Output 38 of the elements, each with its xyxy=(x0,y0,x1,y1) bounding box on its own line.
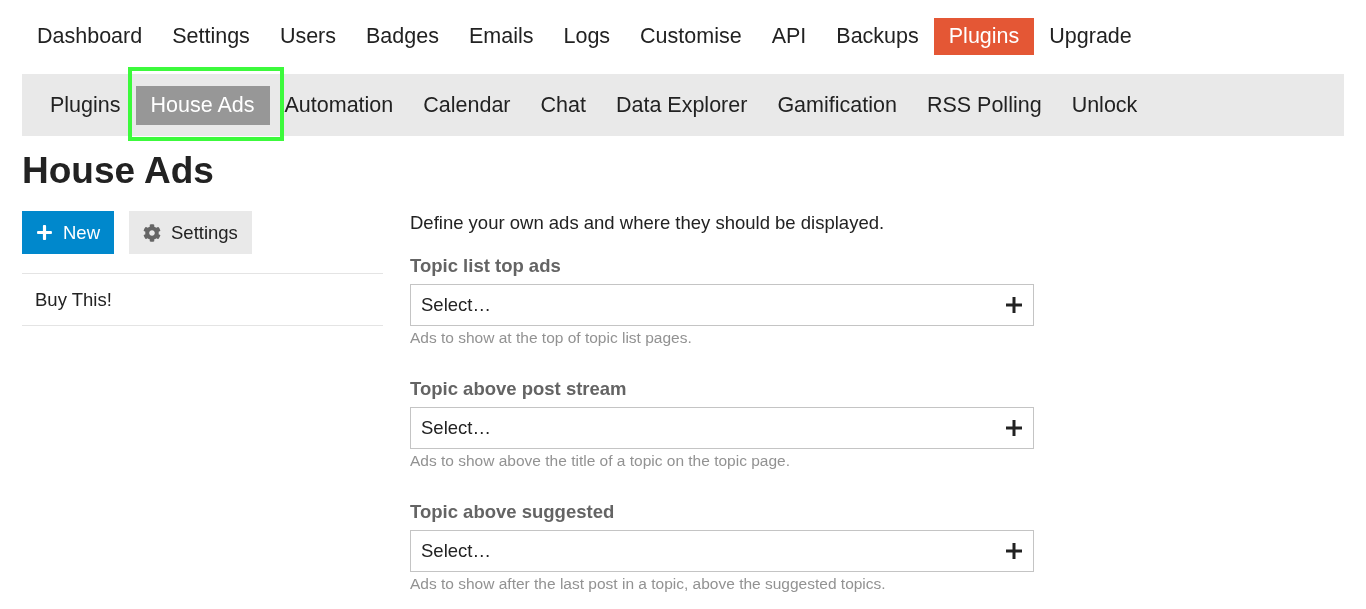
page-title: House Ads xyxy=(22,150,215,192)
plus-icon xyxy=(1006,420,1022,436)
plus-icon xyxy=(1006,297,1022,313)
nav-tab[interactable]: Upgrade xyxy=(1034,18,1147,55)
settings-button[interactable]: Settings xyxy=(129,211,252,254)
sub-nav-tab[interactable]: Calendar xyxy=(408,85,526,125)
nav-tab[interactable]: API xyxy=(756,18,822,55)
sub-nav-tab[interactable]: RSS Polling xyxy=(911,85,1057,125)
gear-icon xyxy=(143,223,161,242)
sub-nav-tab[interactable]: Data Explorer xyxy=(600,85,763,125)
new-button[interactable]: New xyxy=(22,211,114,254)
select-field[interactable]: Select… xyxy=(410,407,1034,449)
sub-nav-tab[interactable]: Automation xyxy=(269,85,409,125)
sub-nav-tab[interactable]: Unlock xyxy=(1056,85,1153,125)
nav-tab[interactable]: Users xyxy=(264,18,352,55)
help-text: Ads to show after the last post in a topic, above the suggested topics. xyxy=(410,574,887,594)
plus-icon xyxy=(36,224,53,241)
select-field[interactable]: Select… xyxy=(410,284,1034,326)
help-text: Ads to show at the top of topic list pages. xyxy=(410,328,693,348)
setting-label: Topic list top ads xyxy=(410,254,562,278)
select-field[interactable]: Select… xyxy=(410,530,1034,572)
help-text: Ads to show above the title of a topic on the topic page. xyxy=(410,451,791,471)
nav-tab[interactable]: Dashboard xyxy=(22,18,158,55)
sub-nav-tab[interactable]: Plugins xyxy=(35,85,136,125)
ad-list-item[interactable]: Buy This! xyxy=(22,274,383,326)
nav-tab[interactable]: Badges xyxy=(351,18,454,55)
nav-tab[interactable]: Settings xyxy=(157,18,265,55)
setting-label: Topic above post stream xyxy=(410,377,628,401)
nav-tab[interactable]: Customise xyxy=(625,18,757,55)
nav-tab[interactable]: Emails xyxy=(453,18,549,55)
plus-icon xyxy=(1006,543,1022,559)
nav-tab[interactable]: Logs xyxy=(548,18,626,55)
nav-tab[interactable]: Backups xyxy=(821,18,934,55)
intro-text: Define your own ads and where they should be displayed. xyxy=(410,211,886,235)
setting-label: Topic above suggested xyxy=(410,500,616,524)
sub-nav-tab[interactable]: Chat xyxy=(525,85,601,125)
nav-tab[interactable]: Plugins xyxy=(933,18,1035,55)
sub-nav-tab[interactable]: Gamification xyxy=(762,85,912,125)
